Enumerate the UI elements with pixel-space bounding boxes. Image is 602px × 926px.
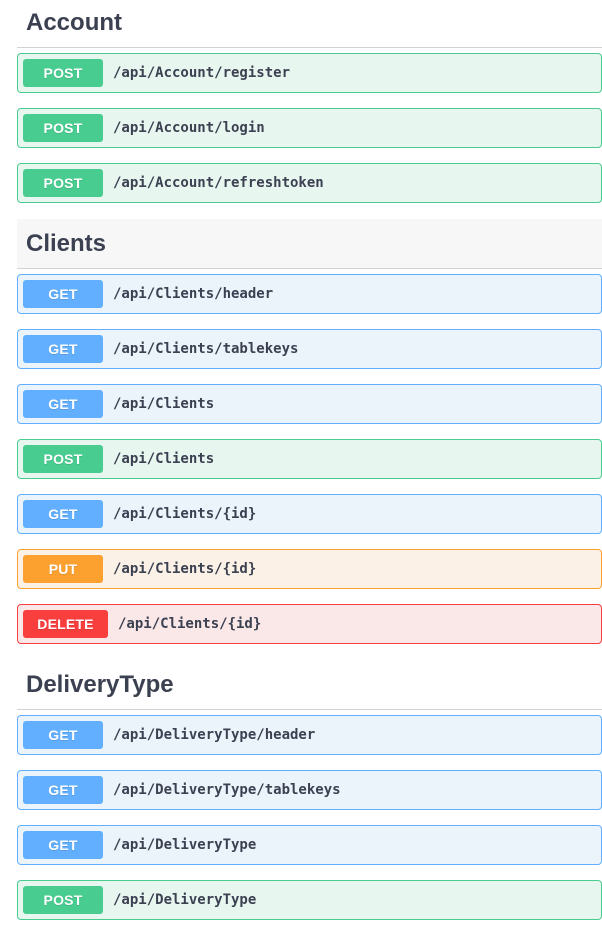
section-header-account[interactable]: Account — [17, 0, 602, 48]
operation-row[interactable]: GET /api/Clients/header — [17, 274, 602, 314]
method-badge: POST — [23, 445, 103, 473]
operation-row[interactable]: POST /api/DeliveryType — [17, 880, 602, 920]
operations-list-deliverytype: GET /api/DeliveryType/header GET /api/De… — [17, 715, 602, 920]
method-badge: POST — [23, 114, 103, 142]
section-deliverytype: DeliveryType GET /api/DeliveryType/heade… — [17, 660, 602, 920]
swagger-operations-page: Account POST /api/Account/register POST … — [0, 0, 602, 926]
section-title: Account — [26, 8, 122, 36]
section-header-clients[interactable]: Clients — [17, 219, 602, 269]
operation-row[interactable]: POST /api/Clients — [17, 439, 602, 479]
operation-path: /api/Account/login — [113, 120, 265, 136]
operation-path: /api/Clients/{id} — [113, 561, 257, 577]
operation-path: /api/Clients/{id} — [113, 506, 257, 522]
section-header-deliverytype[interactable]: DeliveryType — [17, 660, 602, 710]
operation-row[interactable]: GET /api/Clients/{id} — [17, 494, 602, 534]
method-badge: GET — [23, 500, 103, 528]
operation-path: /api/Clients/tablekeys — [113, 341, 299, 357]
method-badge: POST — [23, 169, 103, 197]
method-badge: GET — [23, 776, 103, 804]
method-badge: PUT — [23, 555, 103, 583]
operation-path: /api/DeliveryType/tablekeys — [113, 782, 341, 798]
operation-row[interactable]: POST /api/Account/refreshtoken — [17, 163, 602, 203]
operation-row[interactable]: GET /api/DeliveryType — [17, 825, 602, 865]
operations-list-clients: GET /api/Clients/header GET /api/Clients… — [17, 274, 602, 644]
method-badge: GET — [23, 831, 103, 859]
operation-row[interactable]: GET /api/Clients/tablekeys — [17, 329, 602, 369]
operation-row[interactable]: POST /api/Account/register — [17, 53, 602, 93]
method-badge: GET — [23, 335, 103, 363]
operation-row[interactable]: GET /api/Clients — [17, 384, 602, 424]
operation-path: /api/Clients/{id} — [118, 616, 262, 632]
method-badge: POST — [23, 59, 103, 87]
method-badge: POST — [23, 886, 103, 914]
operation-path: /api/Clients/header — [113, 286, 274, 302]
operation-row[interactable]: PUT /api/Clients/{id} — [17, 549, 602, 589]
operation-path: /api/Account/refreshtoken — [113, 175, 324, 191]
operation-row[interactable]: DELETE /api/Clients/{id} — [17, 604, 602, 644]
method-badge: GET — [23, 280, 103, 308]
operation-path: /api/Account/register — [113, 65, 291, 81]
operation-row[interactable]: GET /api/DeliveryType/header — [17, 715, 602, 755]
operation-row[interactable]: GET /api/DeliveryType/tablekeys — [17, 770, 602, 810]
section-title: DeliveryType — [26, 670, 174, 698]
operation-path: /api/Clients — [113, 451, 215, 467]
operation-path: /api/Clients — [113, 396, 215, 412]
operation-path: /api/DeliveryType — [113, 892, 257, 908]
method-badge: DELETE — [23, 610, 108, 638]
operations-list-account: POST /api/Account/register POST /api/Acc… — [17, 53, 602, 203]
section-title: Clients — [26, 229, 107, 257]
section-account: Account POST /api/Account/register POST … — [17, 0, 602, 203]
method-badge: GET — [23, 721, 103, 749]
section-clients: Clients GET /api/Clients/header GET /api… — [17, 219, 602, 644]
operation-row[interactable]: POST /api/Account/login — [17, 108, 602, 148]
method-badge: GET — [23, 390, 103, 418]
operation-path: /api/DeliveryType/header — [113, 727, 316, 743]
operation-path: /api/DeliveryType — [113, 837, 257, 853]
